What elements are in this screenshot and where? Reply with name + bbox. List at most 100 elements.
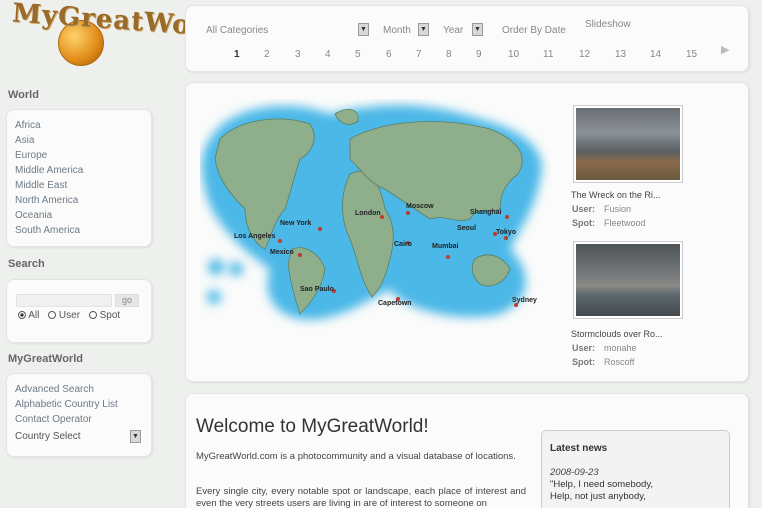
region-link[interactable]: Middle America — [15, 163, 83, 178]
spot-label: Spot: — [572, 218, 595, 228]
spot-label: Spot: — [572, 357, 595, 367]
page-link[interactable]: 4 — [325, 49, 331, 60]
city-marker-dot[interactable] — [318, 227, 322, 231]
page-link[interactable]: 13 — [615, 49, 626, 60]
welcome-paragraph-1: MyGreatWorld.com is a photocommunity and… — [196, 451, 516, 462]
scope-all-label: All — [28, 310, 40, 321]
latest-news-box: Latest news 2008-09-23 "Help, I need som… — [541, 430, 730, 508]
city-label[interactable]: Mexico — [270, 249, 294, 256]
search-panel: go All User Spot — [6, 279, 152, 343]
search-heading: Search — [8, 258, 45, 270]
chevron-down-icon: ▼ — [132, 433, 139, 440]
city-label[interactable]: London — [355, 210, 381, 217]
city-label[interactable]: New York — [280, 220, 311, 227]
scope-spot-label: Spot — [99, 310, 121, 321]
page-link[interactable]: 10 — [508, 49, 519, 60]
page-link[interactable]: 8 — [446, 49, 452, 60]
city-label[interactable]: Tokyo — [496, 229, 516, 236]
country-select-label[interactable]: Country Select — [15, 431, 81, 442]
scope-spot-radio[interactable] — [88, 311, 97, 320]
city-label[interactable]: Los Angeles — [234, 233, 275, 240]
city-label[interactable]: Capetown — [378, 300, 411, 307]
region-link[interactable]: Middle East — [15, 178, 83, 193]
region-link[interactable]: North America — [15, 193, 83, 208]
search-go-button[interactable]: go — [115, 294, 139, 307]
city-label[interactable]: Sydney — [512, 297, 537, 304]
news-line: Help, not just anybody, — [550, 491, 646, 502]
city-marker-dot[interactable] — [505, 215, 509, 219]
country-select-dropdown[interactable]: ▼ — [130, 430, 141, 443]
map-panel: New York London Moscow Shanghai Seoul Tokyo Lo… — [185, 82, 749, 382]
page-link[interactable]: 7 — [416, 49, 422, 60]
city-marker-dot[interactable] — [504, 236, 508, 240]
region-list: Africa Asia Europe Middle America Middle Eas… — [15, 118, 83, 238]
mgw-link[interactable]: Advanced Search — [15, 382, 118, 397]
page-link[interactable]: 6 — [386, 49, 392, 60]
page-link[interactable]: 2 — [264, 49, 270, 60]
search-scope: All User Spot — [18, 310, 120, 321]
photo-spot: Spot: Roscoff — [572, 357, 634, 367]
scope-user-label: User — [58, 310, 81, 321]
categories-select[interactable]: All Categories — [206, 25, 268, 36]
city-marker-dot[interactable] — [446, 255, 450, 259]
region-link[interactable]: Europe — [15, 148, 83, 163]
page-link[interactable]: 1 — [234, 49, 240, 60]
photo-title[interactable]: Stormclouds over Ro... — [571, 329, 663, 339]
mgw-heading: MyGreatWorld — [8, 353, 83, 365]
play-right-icon[interactable]: ▶ — [721, 43, 729, 56]
page-link[interactable]: 5 — [355, 49, 361, 60]
city-label[interactable]: Seoul — [457, 225, 476, 232]
page-link[interactable]: 15 — [686, 49, 697, 60]
region-link[interactable]: South America — [15, 223, 83, 238]
page-link[interactable]: 11 — [543, 49, 553, 60]
page-link[interactable]: 9 — [476, 49, 482, 60]
categories-dropdown-button[interactable]: ▼ — [358, 23, 369, 36]
region-link[interactable]: Africa — [15, 118, 83, 133]
city-label[interactable]: Mumbai — [432, 243, 458, 250]
chevron-down-icon: ▼ — [474, 26, 481, 33]
mgw-link[interactable]: Alphabetic Country List — [15, 397, 118, 412]
spot-value[interactable]: Fleetwood — [604, 218, 646, 228]
photo-stormclouds — [576, 244, 680, 316]
user-label: User: — [572, 343, 596, 353]
news-line: "Help, I need somebody, — [550, 479, 654, 490]
year-select[interactable]: Year — [443, 25, 463, 36]
city-label[interactable]: Sao Paulo — [300, 286, 334, 293]
photo-thumbnail[interactable] — [573, 241, 683, 319]
mgw-link[interactable]: Contact Operator — [15, 412, 118, 427]
photo-spot: Spot: Fleetwood — [572, 218, 646, 228]
photo-thumbnail[interactable] — [573, 105, 683, 183]
chevron-down-icon: ▼ — [420, 26, 427, 33]
month-select[interactable]: Month — [383, 25, 411, 36]
city-marker-dot[interactable] — [406, 211, 410, 215]
slideshow-link[interactable]: Slideshow — [585, 19, 631, 30]
page-link[interactable]: 3 — [295, 49, 301, 60]
spot-value[interactable]: Roscoff — [604, 357, 634, 367]
city-label[interactable]: Cairo — [394, 241, 412, 248]
city-label[interactable]: Shanghai — [470, 209, 502, 216]
latest-news-title: Latest news — [550, 443, 608, 454]
order-by-date-link[interactable]: Order By Date — [502, 25, 566, 36]
welcome-paragraph-2: Every single city, every notable spot or… — [196, 486, 526, 508]
world-heading: World — [8, 89, 39, 101]
page-link[interactable]: 12 — [579, 49, 590, 60]
user-value[interactable]: Fusion — [604, 204, 631, 214]
site-logo[interactable]: MyGreatWorld — [11, 0, 236, 70]
news-text: "Help, I need somebody, Help, not just an… — [550, 479, 653, 503]
month-dropdown-button[interactable]: ▼ — [418, 23, 429, 36]
welcome-panel: Welcome to MyGreatWorld! MyGreatWorld.co… — [185, 393, 749, 508]
photo-user: User: Fusion — [572, 204, 631, 214]
search-input[interactable] — [16, 294, 112, 307]
photo-title[interactable]: The Wreck on the Ri... — [571, 190, 660, 200]
city-marker-dot[interactable] — [278, 239, 282, 243]
user-value[interactable]: monahe — [604, 343, 637, 353]
scope-user-radio[interactable] — [48, 311, 57, 320]
city-label[interactable]: Moscow — [406, 203, 434, 210]
scope-all-radio[interactable] — [18, 311, 26, 320]
page-link[interactable]: 14 — [650, 49, 661, 60]
region-link[interactable]: Asia — [15, 133, 83, 148]
year-dropdown-button[interactable]: ▼ — [472, 23, 483, 36]
city-marker-dot[interactable] — [298, 253, 302, 257]
region-link[interactable]: Oceania — [15, 208, 83, 223]
welcome-title: Welcome to MyGreatWorld! — [196, 416, 429, 437]
